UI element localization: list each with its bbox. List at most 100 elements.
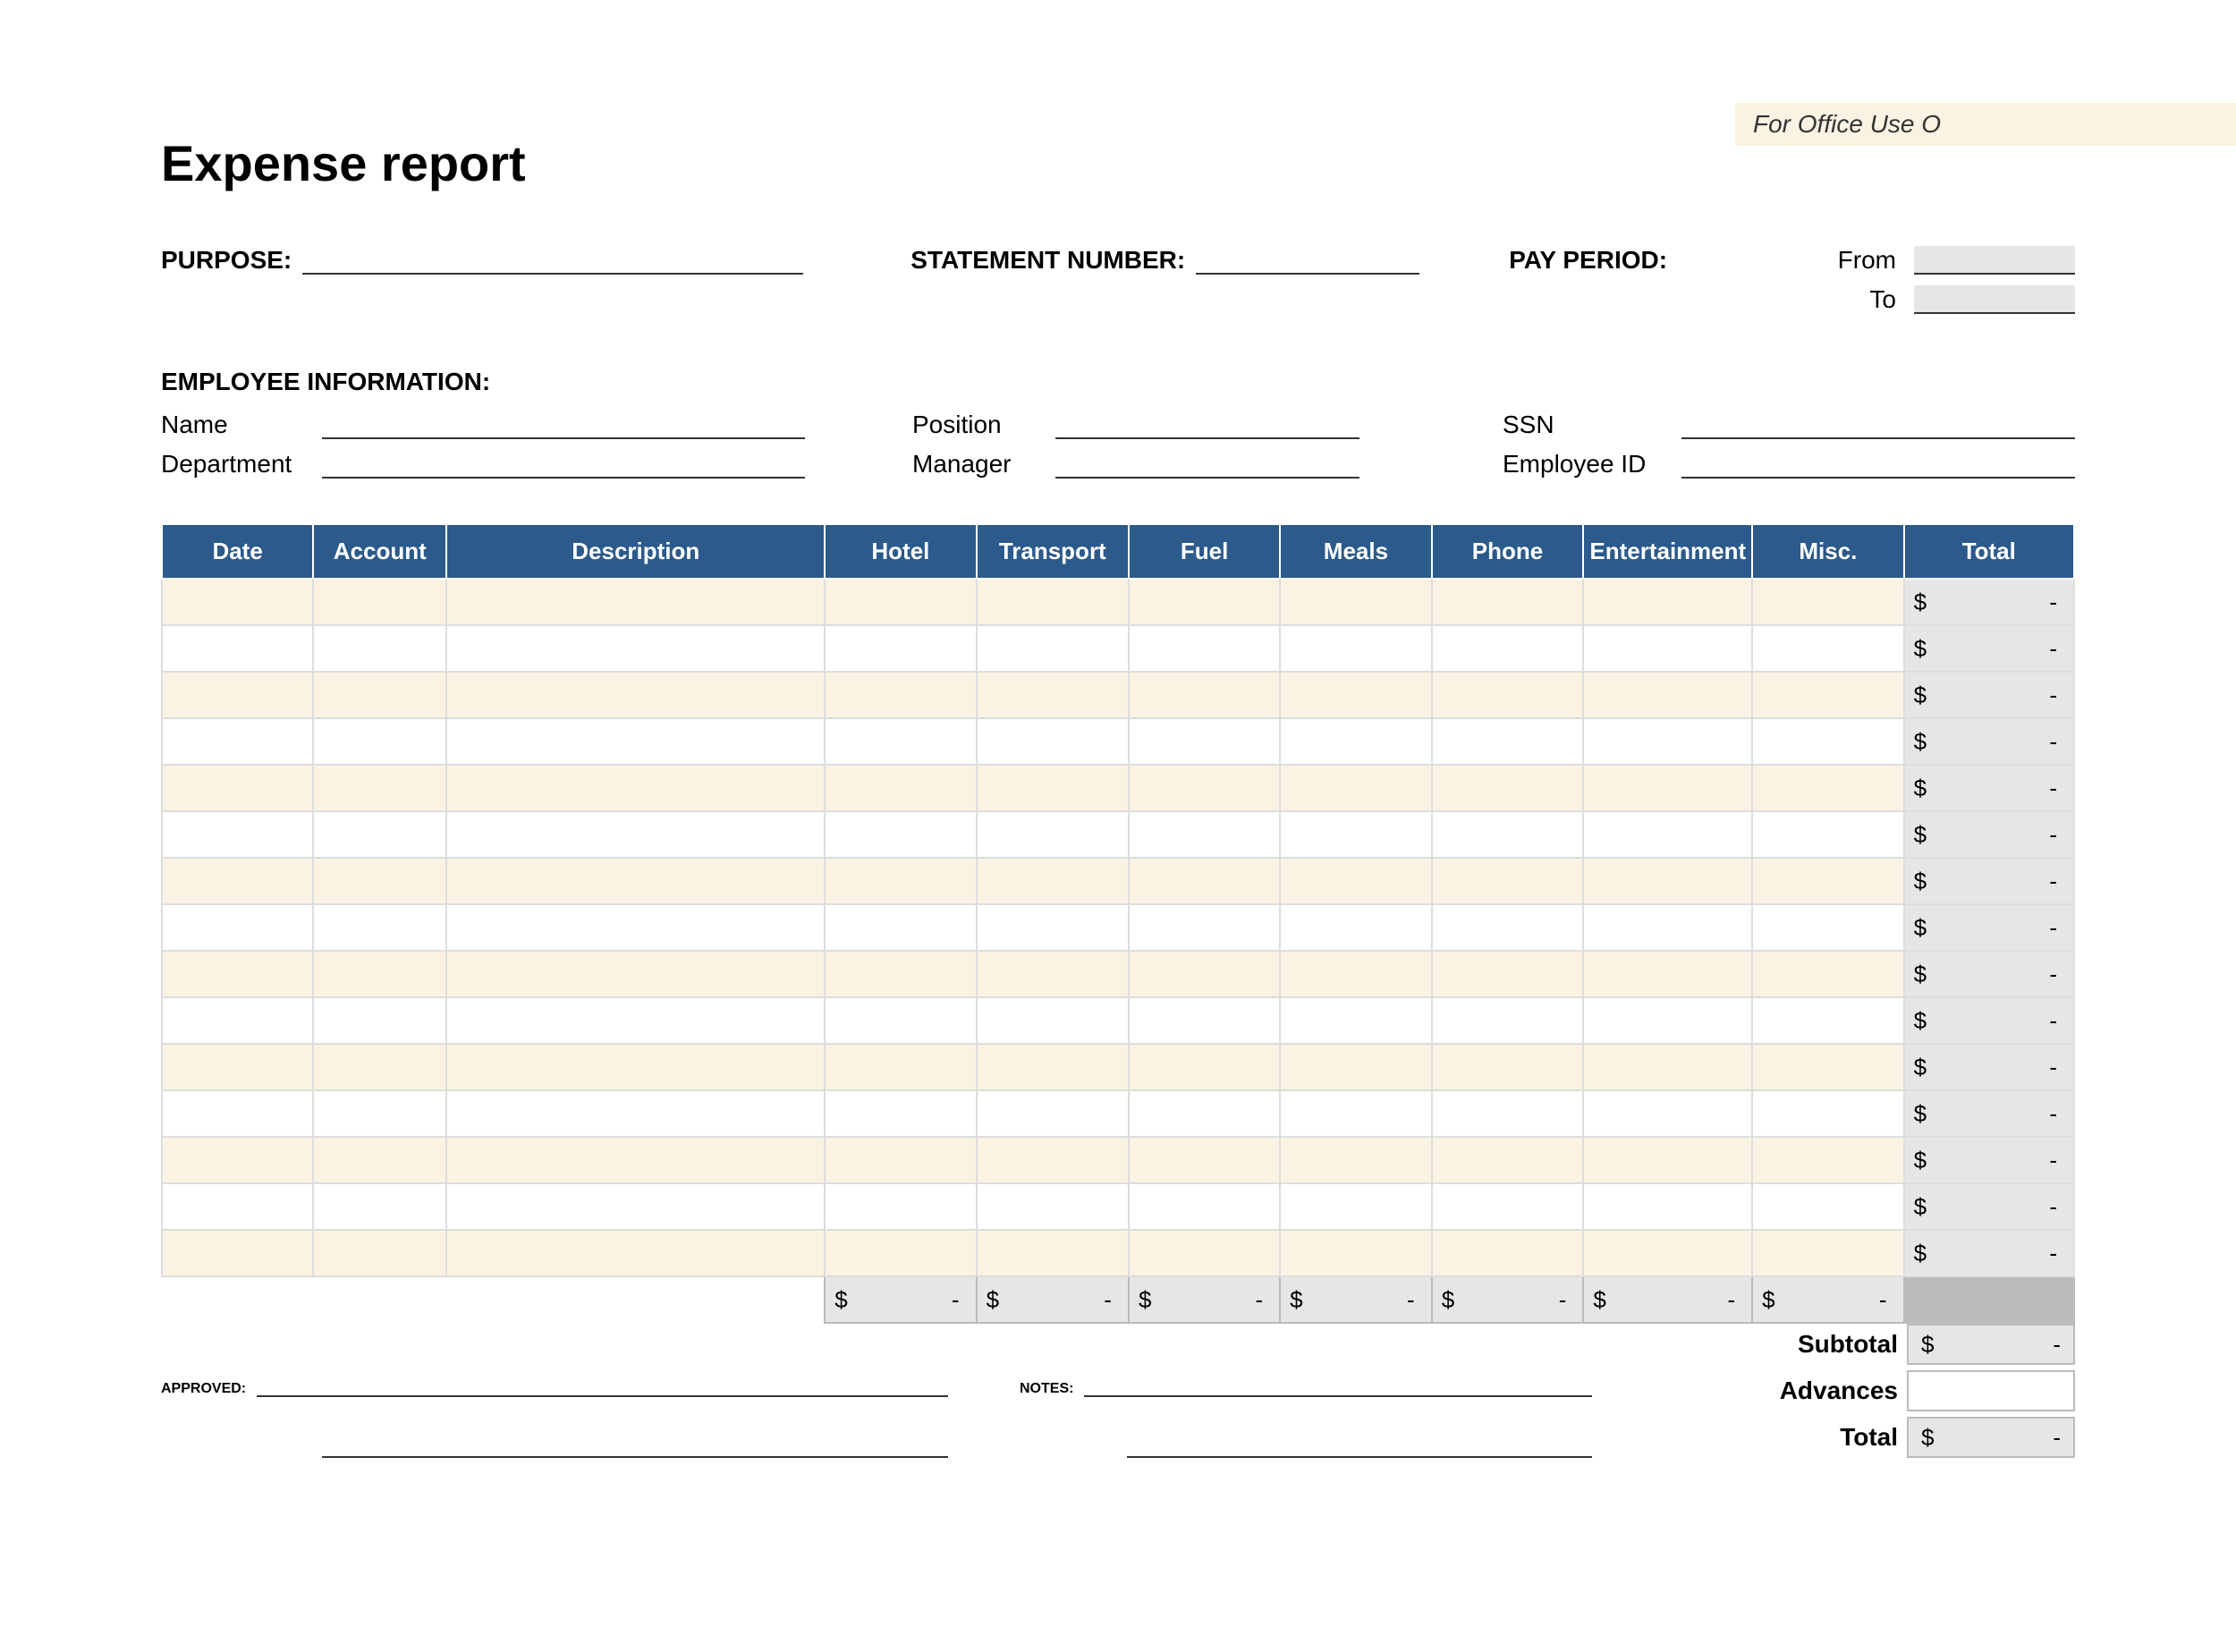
cell-description[interactable] bbox=[446, 1137, 825, 1183]
cell-account[interactable] bbox=[313, 672, 446, 718]
cell-meals[interactable] bbox=[1280, 811, 1432, 858]
cell-hotel[interactable] bbox=[825, 811, 976, 858]
cell-phone[interactable] bbox=[1432, 1090, 1584, 1137]
cell-meals[interactable] bbox=[1280, 997, 1432, 1044]
department-input[interactable] bbox=[322, 450, 805, 479]
ssn-input[interactable] bbox=[1681, 411, 2075, 439]
cell-date[interactable] bbox=[162, 904, 313, 951]
cell-meals[interactable] bbox=[1280, 579, 1432, 625]
cell-account[interactable] bbox=[313, 625, 446, 672]
cell-hotel[interactable] bbox=[825, 1137, 976, 1183]
cell-date[interactable] bbox=[162, 951, 313, 997]
cell-fuel[interactable] bbox=[1129, 1183, 1280, 1230]
cell-misc[interactable] bbox=[1752, 765, 1903, 811]
cell-transport[interactable] bbox=[977, 1090, 1129, 1137]
cell-phone[interactable] bbox=[1432, 1183, 1584, 1230]
cell-transport[interactable] bbox=[977, 1230, 1129, 1276]
cell-account[interactable] bbox=[313, 951, 446, 997]
cell-fuel[interactable] bbox=[1129, 579, 1280, 625]
cell-date[interactable] bbox=[162, 765, 313, 811]
cell-account[interactable] bbox=[313, 1090, 446, 1137]
cell-phone[interactable] bbox=[1432, 1230, 1584, 1276]
cell-transport[interactable] bbox=[977, 811, 1129, 858]
cell-hotel[interactable] bbox=[825, 951, 976, 997]
cell-date[interactable] bbox=[162, 1090, 313, 1137]
cell-date[interactable] bbox=[162, 858, 313, 904]
cell-meals[interactable] bbox=[1280, 1230, 1432, 1276]
cell-account[interactable] bbox=[313, 811, 446, 858]
cell-meals[interactable] bbox=[1280, 1137, 1432, 1183]
cell-meals[interactable] bbox=[1280, 1090, 1432, 1137]
cell-hotel[interactable] bbox=[825, 1183, 976, 1230]
cell-misc[interactable] bbox=[1752, 718, 1903, 765]
cell-entertainment[interactable] bbox=[1583, 1044, 1752, 1090]
cell-misc[interactable] bbox=[1752, 858, 1903, 904]
cell-misc[interactable] bbox=[1752, 1230, 1903, 1276]
cell-misc[interactable] bbox=[1752, 1044, 1903, 1090]
cell-entertainment[interactable] bbox=[1583, 951, 1752, 997]
cell-phone[interactable] bbox=[1432, 672, 1584, 718]
cell-date[interactable] bbox=[162, 625, 313, 672]
cell-entertainment[interactable] bbox=[1583, 672, 1752, 718]
cell-date[interactable] bbox=[162, 1183, 313, 1230]
cell-transport[interactable] bbox=[977, 858, 1129, 904]
cell-phone[interactable] bbox=[1432, 904, 1584, 951]
cell-description[interactable] bbox=[446, 1230, 825, 1276]
cell-phone[interactable] bbox=[1432, 579, 1584, 625]
cell-phone[interactable] bbox=[1432, 997, 1584, 1044]
cell-entertainment[interactable] bbox=[1583, 904, 1752, 951]
cell-phone[interactable] bbox=[1432, 765, 1584, 811]
manager-input[interactable] bbox=[1055, 450, 1359, 479]
cell-meals[interactable] bbox=[1280, 858, 1432, 904]
cell-fuel[interactable] bbox=[1129, 718, 1280, 765]
cell-phone[interactable] bbox=[1432, 951, 1584, 997]
cell-account[interactable] bbox=[313, 765, 446, 811]
cell-description[interactable] bbox=[446, 1183, 825, 1230]
cell-meals[interactable] bbox=[1280, 951, 1432, 997]
cell-transport[interactable] bbox=[977, 1137, 1129, 1183]
cell-date[interactable] bbox=[162, 997, 313, 1044]
cell-meals[interactable] bbox=[1280, 765, 1432, 811]
cell-misc[interactable] bbox=[1752, 811, 1903, 858]
cell-account[interactable] bbox=[313, 997, 446, 1044]
cell-entertainment[interactable] bbox=[1583, 997, 1752, 1044]
cell-fuel[interactable] bbox=[1129, 765, 1280, 811]
cell-hotel[interactable] bbox=[825, 1090, 976, 1137]
cell-fuel[interactable] bbox=[1129, 904, 1280, 951]
cell-date[interactable] bbox=[162, 1044, 313, 1090]
cell-transport[interactable] bbox=[977, 579, 1129, 625]
cell-phone[interactable] bbox=[1432, 718, 1584, 765]
cell-description[interactable] bbox=[446, 811, 825, 858]
cell-fuel[interactable] bbox=[1129, 951, 1280, 997]
cell-account[interactable] bbox=[313, 718, 446, 765]
cell-description[interactable] bbox=[446, 579, 825, 625]
cell-account[interactable] bbox=[313, 1183, 446, 1230]
cell-misc[interactable] bbox=[1752, 1137, 1903, 1183]
cell-transport[interactable] bbox=[977, 951, 1129, 997]
cell-account[interactable] bbox=[313, 858, 446, 904]
cell-misc[interactable] bbox=[1752, 1183, 1903, 1230]
cell-fuel[interactable] bbox=[1129, 672, 1280, 718]
position-input[interactable] bbox=[1055, 411, 1359, 439]
cell-misc[interactable] bbox=[1752, 904, 1903, 951]
cell-phone[interactable] bbox=[1432, 625, 1584, 672]
notes-input-2[interactable] bbox=[1127, 1429, 1592, 1458]
cell-description[interactable] bbox=[446, 904, 825, 951]
approved-input-2[interactable] bbox=[322, 1429, 948, 1458]
cell-hotel[interactable] bbox=[825, 765, 976, 811]
cell-entertainment[interactable] bbox=[1583, 765, 1752, 811]
cell-transport[interactable] bbox=[977, 625, 1129, 672]
cell-misc[interactable] bbox=[1752, 997, 1903, 1044]
cell-phone[interactable] bbox=[1432, 1137, 1584, 1183]
cell-hotel[interactable] bbox=[825, 858, 976, 904]
cell-date[interactable] bbox=[162, 718, 313, 765]
cell-fuel[interactable] bbox=[1129, 997, 1280, 1044]
cell-misc[interactable] bbox=[1752, 625, 1903, 672]
cell-hotel[interactable] bbox=[825, 1230, 976, 1276]
cell-misc[interactable] bbox=[1752, 672, 1903, 718]
cell-description[interactable] bbox=[446, 1090, 825, 1137]
cell-fuel[interactable] bbox=[1129, 1090, 1280, 1137]
cell-entertainment[interactable] bbox=[1583, 625, 1752, 672]
cell-phone[interactable] bbox=[1432, 811, 1584, 858]
cell-meals[interactable] bbox=[1280, 1183, 1432, 1230]
